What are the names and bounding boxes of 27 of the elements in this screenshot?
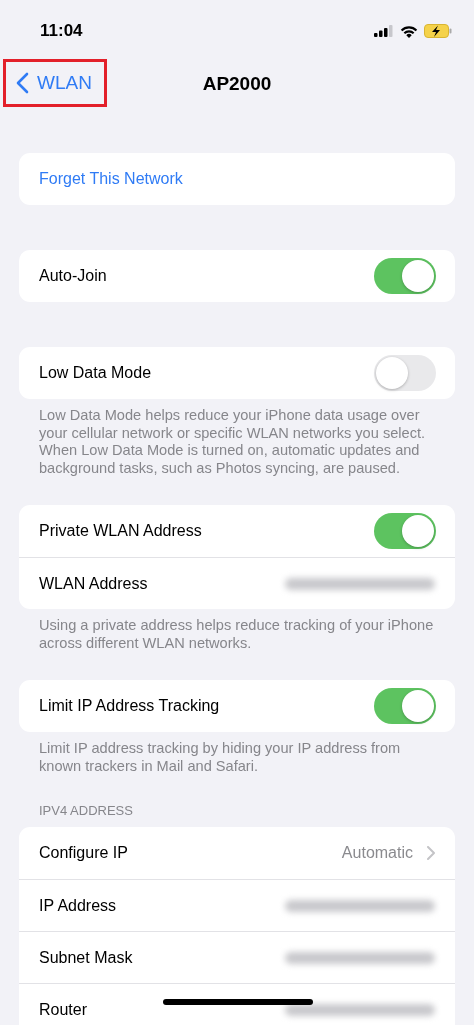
setting-label: Router — [39, 1000, 88, 1019]
setting-label: Subnet Mask — [39, 948, 133, 967]
chevron-right-icon — [427, 846, 435, 860]
battery-charging-icon — [424, 24, 452, 38]
section-footnote: Using a private address helps reduce tracking of your iPhone across different WLAN networks. — [38, 616, 435, 652]
setting-label: IP Address — [39, 896, 117, 915]
setting-label: Configure IP — [39, 844, 128, 862]
setting-label: Auto-Join — [39, 267, 107, 285]
toggle-switch[interactable] — [374, 688, 436, 724]
toggle-switch[interactable] — [374, 258, 436, 294]
back-button[interactable]: WLAN — [3, 59, 107, 107]
toggle-switch[interactable] — [374, 355, 436, 391]
signal-icon — [374, 25, 394, 37]
forget-network-button[interactable]: Forget This Network — [39, 170, 183, 188]
setting-label: Limit IP Address Tracking — [39, 697, 220, 715]
status-time: 11:04 — [40, 21, 83, 41]
section-footnote: Limit IP address tracking by hiding your IP address from known trackers in Mail and Safari. — [38, 739, 402, 775]
setting-label: WLAN Address — [39, 574, 148, 593]
back-chevron-icon — [16, 72, 29, 94]
setting-value: Automatic — [341, 844, 413, 862]
section-header: IPV4 ADDRESS — [38, 803, 134, 820]
setting-label: Private WLAN Address — [39, 522, 202, 540]
section-footnote: Low Data Mode helps reduce your iPhone data usage over your cellular network or specific WLAN networks you select. When Low Data Mode is turned on, automatic updates and background tasks, such as Photos syncing, are paused. — [38, 406, 427, 477]
setting-label: Low Data Mode — [39, 364, 152, 382]
nav-title: AP2000 — [202, 73, 272, 95]
toggle-switch[interactable] — [374, 513, 436, 549]
wifi-icon — [400, 24, 418, 38]
